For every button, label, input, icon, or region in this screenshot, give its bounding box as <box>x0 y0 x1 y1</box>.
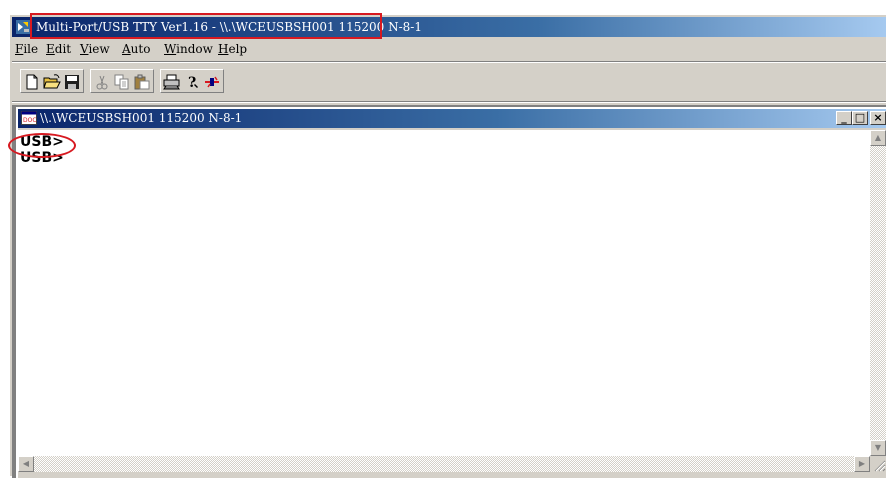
menu-auto[interactable]: Auto <box>121 41 151 57</box>
help-button[interactable]: ? <box>182 72 202 92</box>
restore-button[interactable]: □ <box>852 111 868 125</box>
scroll-left-button[interactable]: ◀ <box>18 456 34 472</box>
menu-bar: File Edit View Auto Window Help <box>12 39 886 59</box>
app-window: Multi-Port/USB TTY Ver1.16 - \\.\WCEUSBS… <box>8 13 886 478</box>
connect-button[interactable] <box>202 72 222 92</box>
resize-grip-icon <box>874 460 886 472</box>
cut-button[interactable] <box>92 72 112 92</box>
file-tool-group <box>20 69 84 93</box>
horizontal-scrollbar[interactable]: ◀ ▶ <box>18 456 870 472</box>
print-button[interactable] <box>162 72 182 92</box>
paste-button[interactable] <box>132 72 152 92</box>
copy-button[interactable] <box>112 72 132 92</box>
child-window-title: \\.\WCEUSBSH001 115200 N-8-1 <box>40 111 243 125</box>
terminal-line: USB> <box>20 150 64 166</box>
terminal-line: USB> <box>20 134 64 150</box>
terminal-child-window: DOC \\.\WCEUSBSH001 115200 N-8-1 _ □ × U… <box>16 107 886 478</box>
menu-edit[interactable]: Edit <box>45 41 72 57</box>
terminal-output[interactable]: USB> USB> <box>18 130 870 456</box>
edit-tool-group <box>90 69 154 93</box>
child-title-bar[interactable]: DOC \\.\WCEUSBSH001 115200 N-8-1 _ □ × <box>18 109 886 128</box>
window-title: Multi-Port/USB TTY Ver1.16 - \\.\WCEUSBS… <box>36 20 422 34</box>
save-disk-icon <box>65 75 79 89</box>
cut-icon <box>96 75 108 90</box>
open-button[interactable] <box>42 72 62 92</box>
new-file-button[interactable] <box>22 72 42 92</box>
toolbar: ? <box>12 63 886 97</box>
misc-tool-group: ? <box>160 69 224 93</box>
document-icon: DOC <box>21 111 37 125</box>
menu-view[interactable]: View <box>79 41 111 57</box>
app-icon <box>16 20 30 34</box>
mdi-client-area: DOC \\.\WCEUSBSH001 115200 N-8-1 _ □ × U… <box>12 105 886 478</box>
svg-text:?: ? <box>188 75 196 90</box>
close-button[interactable]: × <box>870 111 886 125</box>
size-grip[interactable] <box>870 456 886 472</box>
vertical-scrollbar[interactable]: ▲ ▼ <box>870 130 886 456</box>
title-bar[interactable]: Multi-Port/USB TTY Ver1.16 - \\.\WCEUSBS… <box>12 17 886 37</box>
toolbar-bottom-divider <box>12 101 886 103</box>
menu-help[interactable]: Help <box>217 41 248 57</box>
minimize-button[interactable]: _ <box>836 111 852 125</box>
help-icon: ? <box>188 75 198 90</box>
save-button[interactable] <box>62 72 82 92</box>
scroll-up-button[interactable]: ▲ <box>870 130 886 146</box>
scroll-right-button[interactable]: ▶ <box>854 456 870 472</box>
new-file-icon <box>26 74 38 90</box>
svg-text:DOC: DOC <box>23 117 37 124</box>
connect-icon <box>205 76 219 88</box>
copy-icon <box>114 74 129 90</box>
menu-window[interactable]: Window <box>163 41 214 57</box>
menu-file[interactable]: File <box>14 41 39 57</box>
open-folder-icon <box>43 74 61 89</box>
print-icon <box>163 74 180 90</box>
scroll-down-button[interactable]: ▼ <box>870 440 886 456</box>
paste-icon <box>134 74 150 90</box>
